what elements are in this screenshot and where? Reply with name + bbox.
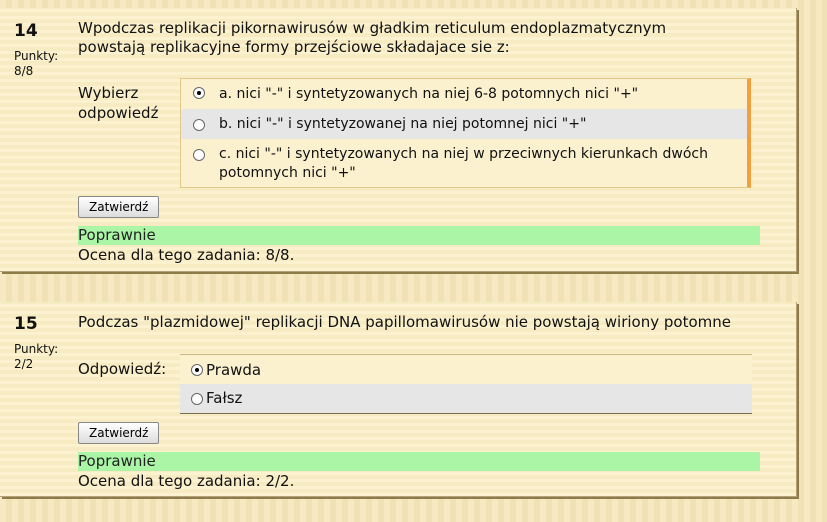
- question-text: Podczas "plazmidowej" replikacji DNA pap…: [78, 313, 731, 331]
- choice-b[interactable]: b. nici "-" i syntetyzowanej na niej pot…: [181, 109, 747, 139]
- choice-false[interactable]: Fałsz: [180, 384, 752, 413]
- choice-label: a. nici "-" i syntetyzowanych na niej 6-…: [219, 86, 639, 102]
- choices-box: Prawda Fałsz: [180, 354, 752, 414]
- choice-label: Prawda: [206, 361, 262, 379]
- points-label: Punkty:: [14, 49, 59, 63]
- radio-button[interactable]: [193, 119, 205, 131]
- feedback-correct: Poprawnie: [78, 226, 760, 245]
- grade-text: Ocena dla tego zadania: 2/2.: [78, 472, 295, 490]
- submit-button[interactable]: Zatwierdź: [78, 196, 160, 218]
- radio-button-selected[interactable]: [191, 364, 203, 376]
- submit-button[interactable]: Zatwierdź: [78, 422, 160, 444]
- question-card-14: 14 Punkty: 8/8 Wpodczas replikacji pikor…: [0, 8, 797, 272]
- answer-label: Odpowiedź:: [78, 360, 167, 378]
- points-label: Punkty:: [14, 342, 59, 356]
- points-value: 8/8: [14, 64, 34, 78]
- grade-text: Ocena dla tego zadania: 8/8.: [78, 246, 295, 264]
- points-value: 2/2: [14, 357, 34, 371]
- answer-label: Wybierz odpowiedź: [78, 84, 159, 122]
- choice-c[interactable]: c. nici "-" i syntetyzowanych na niej w …: [181, 139, 747, 187]
- question-number: 15: [14, 314, 38, 334]
- question-number: 14: [14, 21, 38, 41]
- question-card-15: 15 Punkty: 2/2 Podczas "plazmidowej" rep…: [0, 302, 797, 497]
- choice-a[interactable]: a. nici "-" i syntetyzowanych na niej 6-…: [181, 79, 747, 109]
- radio-button-selected[interactable]: [193, 87, 205, 99]
- choice-label: b. nici "-" i syntetyzowanej na niej pot…: [219, 116, 587, 132]
- question-text: Wpodczas replikacji pikornawirusów w gła…: [78, 19, 667, 56]
- choices-box: a. nici "-" i syntetyzowanych na niej 6-…: [180, 78, 751, 188]
- radio-button[interactable]: [191, 393, 203, 405]
- feedback-correct: Poprawnie: [78, 452, 760, 471]
- choice-label: Fałsz: [206, 389, 243, 407]
- choice-true[interactable]: Prawda: [180, 355, 752, 384]
- radio-button[interactable]: [193, 149, 205, 161]
- choice-label: c. nici "-" i syntetyzowanych na niej w …: [219, 146, 708, 181]
